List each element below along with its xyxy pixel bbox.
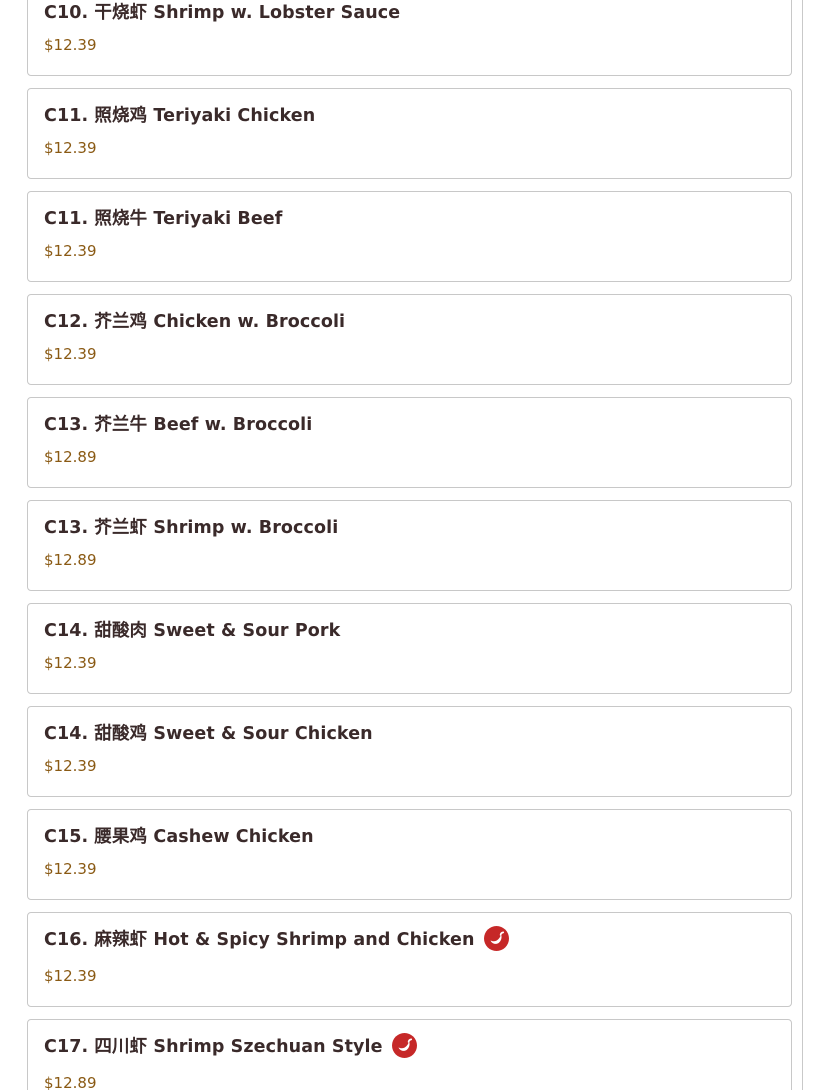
menu-item-name: C14. 甜酸鸡 Sweet & Sour Chicken (44, 724, 373, 744)
menu-item-price: $12.39 (44, 654, 97, 672)
menu-item-title: C12. 芥兰鸡 Chicken w. Broccoli (44, 308, 345, 333)
menu-item-title: C16. 麻辣虾 Hot & Spicy Shrimp and Chicken (44, 926, 509, 951)
menu-item-title: C13. 芥兰牛 Beef w. Broccoli (44, 411, 312, 436)
menu-item-card[interactable]: C11. 照烧牛 Teriyaki Beef $12.39 (27, 191, 792, 282)
menu-item-price: $12.89 (44, 448, 97, 466)
menu-item-card[interactable]: C13. 芥兰虾 Shrimp w. Broccoli $12.89 (27, 500, 792, 591)
menu-item-title: C10. 干烧虾 Shrimp w. Lobster Sauce (44, 0, 400, 24)
menu-item-title: C17. 四川虾 Shrimp Szechuan Style (44, 1033, 417, 1058)
menu-item-price: $12.39 (44, 345, 97, 363)
menu-item-card[interactable]: C14. 甜酸鸡 Sweet & Sour Chicken $12.39 (27, 706, 792, 797)
menu-item-list: C10. 干烧虾 Shrimp w. Lobster Sauce $12.39 … (27, 0, 792, 1090)
menu-item-name: C17. 四川虾 Shrimp Szechuan Style (44, 1037, 383, 1057)
menu-item-price: $12.89 (44, 1074, 97, 1090)
menu-item-card[interactable]: C13. 芥兰牛 Beef w. Broccoli $12.89 (27, 397, 792, 488)
menu-item-card[interactable]: C10. 干烧虾 Shrimp w. Lobster Sauce $12.39 (27, 0, 792, 76)
menu-item-title: C14. 甜酸鸡 Sweet & Sour Chicken (44, 720, 373, 745)
menu-item-title: C11. 照烧鸡 Teriyaki Chicken (44, 102, 315, 127)
menu-item-name: C13. 芥兰牛 Beef w. Broccoli (44, 415, 313, 435)
chili-pepper-icon (391, 1033, 417, 1058)
menu-item-name: C11. 照烧牛 Teriyaki Beef (44, 209, 283, 229)
page-divider (802, 0, 803, 1090)
menu-item-card[interactable]: C14. 甜酸肉 Sweet & Sour Pork $12.39 (27, 603, 792, 694)
menu-item-price: $12.39 (44, 139, 97, 157)
menu-item-title: C11. 照烧牛 Teriyaki Beef (44, 205, 282, 230)
menu-item-price: $12.39 (44, 757, 97, 775)
menu-item-name: C11. 照烧鸡 Teriyaki Chicken (44, 106, 316, 126)
menu-item-card[interactable]: C16. 麻辣虾 Hot & Spicy Shrimp and Chicken … (27, 912, 792, 1007)
menu-item-name: C13. 芥兰虾 Shrimp w. Broccoli (44, 518, 339, 538)
menu-item-name: C14. 甜酸肉 Sweet & Sour Pork (44, 621, 341, 641)
chili-pepper-icon (483, 926, 509, 951)
menu-item-card[interactable]: C15. 腰果鸡 Cashew Chicken $12.39 (27, 809, 792, 900)
menu-item-title: C13. 芥兰虾 Shrimp w. Broccoli (44, 514, 338, 539)
menu-item-price: $12.39 (44, 36, 97, 54)
menu-item-name: C10. 干烧虾 Shrimp w. Lobster Sauce (44, 3, 401, 23)
menu-item-price: $12.39 (44, 860, 97, 878)
menu-page: C10. 干烧虾 Shrimp w. Lobster Sauce $12.39 … (0, 0, 824, 1090)
menu-item-price: $12.39 (44, 967, 97, 985)
menu-item-title: C14. 甜酸肉 Sweet & Sour Pork (44, 617, 340, 642)
menu-item-price: $12.39 (44, 242, 97, 260)
menu-item-card[interactable]: C11. 照烧鸡 Teriyaki Chicken $12.39 (27, 88, 792, 179)
menu-item-title: C15. 腰果鸡 Cashew Chicken (44, 823, 314, 848)
menu-item-card[interactable]: C12. 芥兰鸡 Chicken w. Broccoli $12.39 (27, 294, 792, 385)
menu-item-card[interactable]: C17. 四川虾 Shrimp Szechuan Style $12.89 (27, 1019, 792, 1090)
menu-item-price: $12.89 (44, 551, 97, 569)
menu-item-name: C16. 麻辣虾 Hot & Spicy Shrimp and Chicken (44, 930, 475, 950)
menu-item-name: C12. 芥兰鸡 Chicken w. Broccoli (44, 312, 346, 332)
menu-item-name: C15. 腰果鸡 Cashew Chicken (44, 827, 314, 847)
